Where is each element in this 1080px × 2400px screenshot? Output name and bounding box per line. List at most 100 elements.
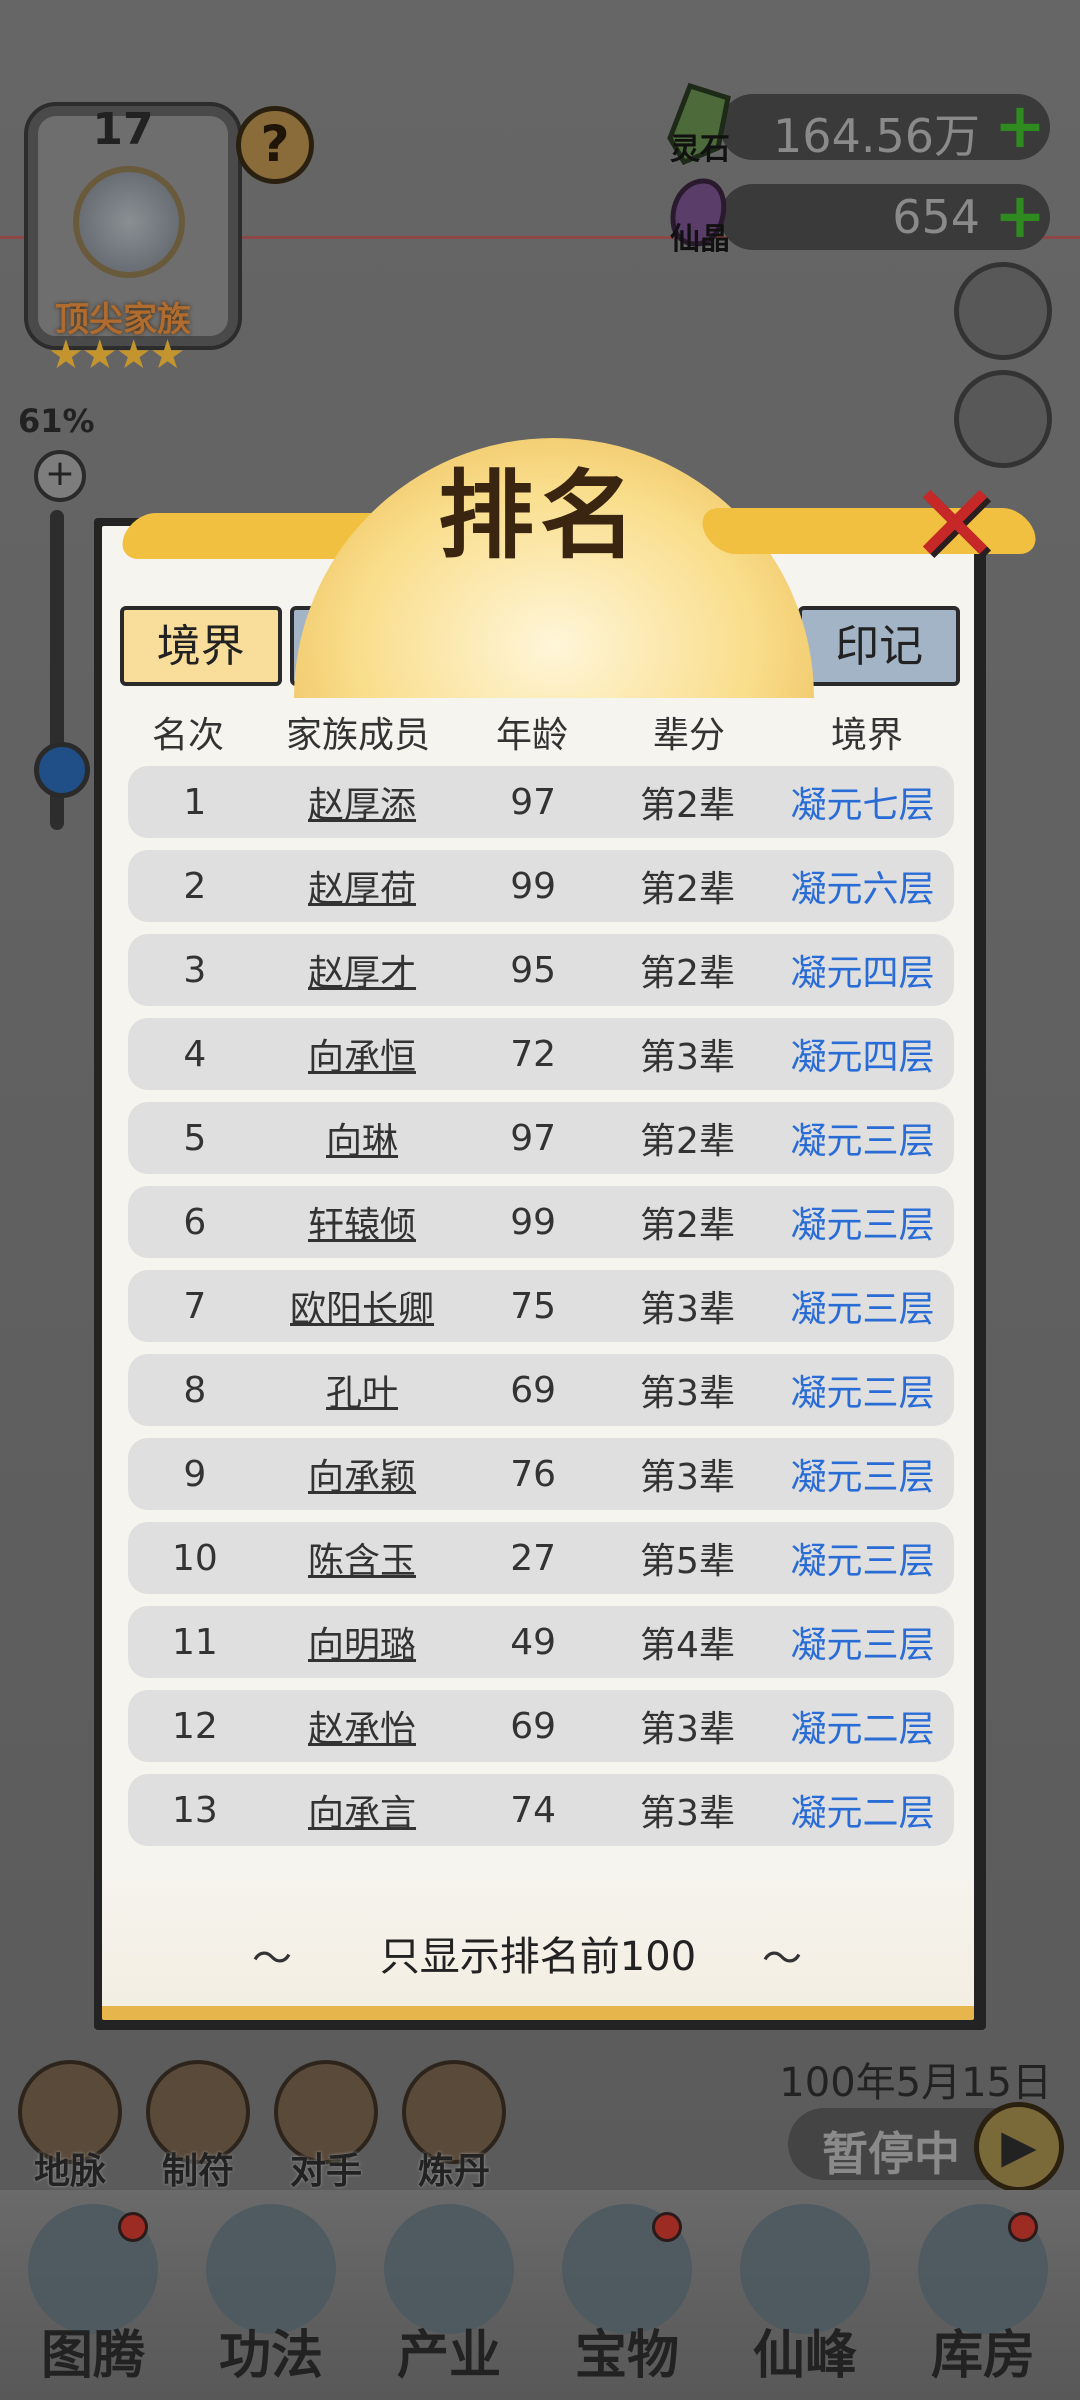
- nav-immortal-peak[interactable]: 仙峰: [720, 2190, 890, 2400]
- member-name-link[interactable]: 欧阳长卿: [262, 1280, 463, 1332]
- pause-label: 暂停中: [822, 2127, 960, 2181]
- play-icon[interactable]: ▶: [974, 2102, 1064, 2192]
- resource-spirit-stone: 灵石 164.56万 +: [667, 82, 1050, 167]
- member-name-link[interactable]: 赵厚添: [262, 776, 463, 828]
- ranking-list[interactable]: 1 赵厚添 97 第2辈 凝元七层 2 赵厚荷 99 第2辈 凝元六层 3 赵厚才 95 第2辈 凝元四层 4…: [120, 766, 960, 1876]
- age-cell: 99: [510, 865, 557, 907]
- nav-treasure[interactable]: 宝物: [542, 2190, 712, 2400]
- zoom-slider-thumb[interactable]: [34, 742, 90, 798]
- realm-cell: 凝元三层: [790, 1457, 935, 1498]
- nav-technique[interactable]: 功法: [186, 2190, 356, 2400]
- nav-label: 库房: [930, 2326, 1035, 2386]
- age-cell: 97: [510, 781, 557, 823]
- age-cell: 74: [510, 1789, 557, 1831]
- rank-cell: 2: [183, 865, 207, 907]
- realm-cell: 凝元二层: [790, 1709, 935, 1750]
- family-badge[interactable]: 17 顶尖家族 ★★★★: [18, 96, 238, 378]
- realm-cell: 凝元四层: [790, 953, 935, 994]
- add-spirit-stone-button[interactable]: +: [994, 95, 1046, 157]
- table-row[interactable]: 8 孔叶 69 第3辈 凝元三层: [128, 1354, 954, 1426]
- table-row[interactable]: 9 向承颖 76 第3辈 凝元三层: [128, 1438, 954, 1510]
- column-header-member: 家族成员: [285, 715, 430, 756]
- generation-cell: 第2辈: [640, 1121, 735, 1162]
- column-header-generation: 辈分: [652, 715, 725, 756]
- notification-dot: [118, 2212, 148, 2242]
- table-row[interactable]: 12 赵承怡 69 第3辈 凝元二层: [128, 1690, 954, 1762]
- member-name-link[interactable]: 向琳: [262, 1112, 463, 1164]
- member-name-link[interactable]: 向承恒: [262, 1028, 463, 1080]
- tab-realm[interactable]: 境界: [120, 606, 282, 686]
- pause-toggle[interactable]: 暂停中 ▶: [788, 2102, 1064, 2192]
- generation-cell: 第2辈: [640, 869, 735, 910]
- age-cell: 97: [510, 1117, 557, 1159]
- nav-totem[interactable]: 图腾: [8, 2190, 178, 2400]
- action-alchemy[interactable]: 炼丹: [402, 2060, 506, 2194]
- table-row[interactable]: 7 欧阳长卿 75 第3辈 凝元三层: [128, 1270, 954, 1342]
- generation-cell: 第3辈: [640, 1373, 735, 1414]
- member-name-link[interactable]: 赵厚荷: [262, 860, 463, 912]
- generation-cell: 第3辈: [640, 1709, 735, 1750]
- family-stars: ★★★★: [48, 332, 185, 378]
- yin-yang-icon[interactable]: [954, 262, 1052, 360]
- rank-cell: 13: [171, 1789, 218, 1831]
- member-name-link[interactable]: 向承言: [262, 1784, 463, 1836]
- modal-body: 境界 天资 四维 灵根 印记 名次 家族成员 年龄 辈分 境界 1赵厚添97第2…: [102, 526, 974, 2020]
- table-row[interactable]: 11 向明璐 49 第4辈 凝元三层: [128, 1606, 954, 1678]
- table-row[interactable]: 4 向承恒 72 第3辈 凝元四层: [128, 1018, 954, 1090]
- ranking-modal: 境界 天资 四维 灵根 印记 名次 家族成员 年龄 辈分 境界 1赵厚添97第2…: [94, 438, 1043, 2030]
- rank-cell: 6: [183, 1201, 207, 1243]
- generation-cell: 第3辈: [640, 1289, 735, 1330]
- nav-storage[interactable]: 库房: [898, 2190, 1068, 2400]
- member-name-link[interactable]: 轩辕倾: [262, 1196, 463, 1248]
- age-cell: 99: [510, 1201, 557, 1243]
- tab-seal[interactable]: 印记: [798, 606, 960, 686]
- realm-cell: 凝元三层: [790, 1625, 935, 1666]
- table-row[interactable]: 3 赵厚才 95 第2辈 凝元四层: [128, 934, 954, 1006]
- close-icon[interactable]: ✕: [900, 469, 1010, 584]
- table-header: 名次 家族成员 年龄 辈分 境界: [120, 706, 960, 762]
- column-header-age: 年龄: [495, 715, 568, 756]
- member-name-link[interactable]: 赵承怡: [262, 1700, 463, 1752]
- notification-dot: [1008, 2212, 1038, 2242]
- member-name-link[interactable]: 向明璐: [262, 1616, 463, 1668]
- rank-cell: 8: [183, 1369, 207, 1411]
- member-name-link[interactable]: 陈含玉: [262, 1532, 463, 1584]
- table-row[interactable]: 5 向琳 97 第2辈 凝元三层: [128, 1102, 954, 1174]
- member-name-link[interactable]: 向承颖: [262, 1448, 463, 1500]
- action-label: 炼丹: [417, 2151, 490, 2192]
- nav-industry[interactable]: 产业: [364, 2190, 534, 2400]
- rank-cell: 5: [183, 1117, 207, 1159]
- resource-immortal-crystal: 仙晶 654 +: [670, 178, 1050, 257]
- help-button[interactable]: ?: [236, 106, 314, 184]
- table-row[interactable]: 6 轩辕倾 99 第2辈 凝元三层: [128, 1186, 954, 1258]
- table-row[interactable]: 2 赵厚荷 99 第2辈 凝元六层: [128, 850, 954, 922]
- notification-dot: [652, 2212, 682, 2242]
- table-row[interactable]: 10 陈含玉 27 第5辈 凝元三层: [128, 1522, 954, 1594]
- rank-cell: 11: [171, 1621, 218, 1663]
- action-opponent[interactable]: 对手: [274, 2060, 378, 2194]
- modal-title: 排名: [438, 460, 642, 572]
- add-immortal-crystal-button[interactable]: +: [994, 185, 1046, 247]
- rank-cell: 1: [183, 781, 207, 823]
- rank-cell: 7: [183, 1285, 207, 1327]
- zoom-percent: 61%: [18, 402, 95, 440]
- member-name-link[interactable]: 赵厚才: [262, 944, 463, 996]
- generation-cell: 第2辈: [640, 785, 735, 826]
- generation-cell: 第3辈: [640, 1457, 735, 1498]
- column-header-rank: 名次: [151, 715, 224, 756]
- zoom-in-button[interactable]: +: [34, 450, 86, 502]
- action-label: 制符: [161, 2151, 234, 2192]
- generation-cell: 第3辈: [640, 1793, 735, 1834]
- action-earth-vein[interactable]: 地脉: [18, 2060, 122, 2194]
- realm-cell: 凝元三层: [790, 1121, 935, 1162]
- resource-value: 164.56万: [773, 109, 980, 163]
- generation-cell: 第4辈: [640, 1625, 735, 1666]
- table-row[interactable]: 13 向承言 74 第3辈 凝元二层: [128, 1774, 954, 1846]
- action-talisman[interactable]: 制符: [146, 2060, 250, 2194]
- realm-cell: 凝元三层: [790, 1541, 935, 1582]
- family-level: 17: [92, 104, 154, 155]
- table-row[interactable]: 1 赵厚添 97 第2辈 凝元七层: [128, 766, 954, 838]
- realm-cell: 凝元二层: [790, 1793, 935, 1834]
- member-name-link[interactable]: 孔叶: [262, 1364, 463, 1416]
- age-cell: 69: [510, 1705, 557, 1747]
